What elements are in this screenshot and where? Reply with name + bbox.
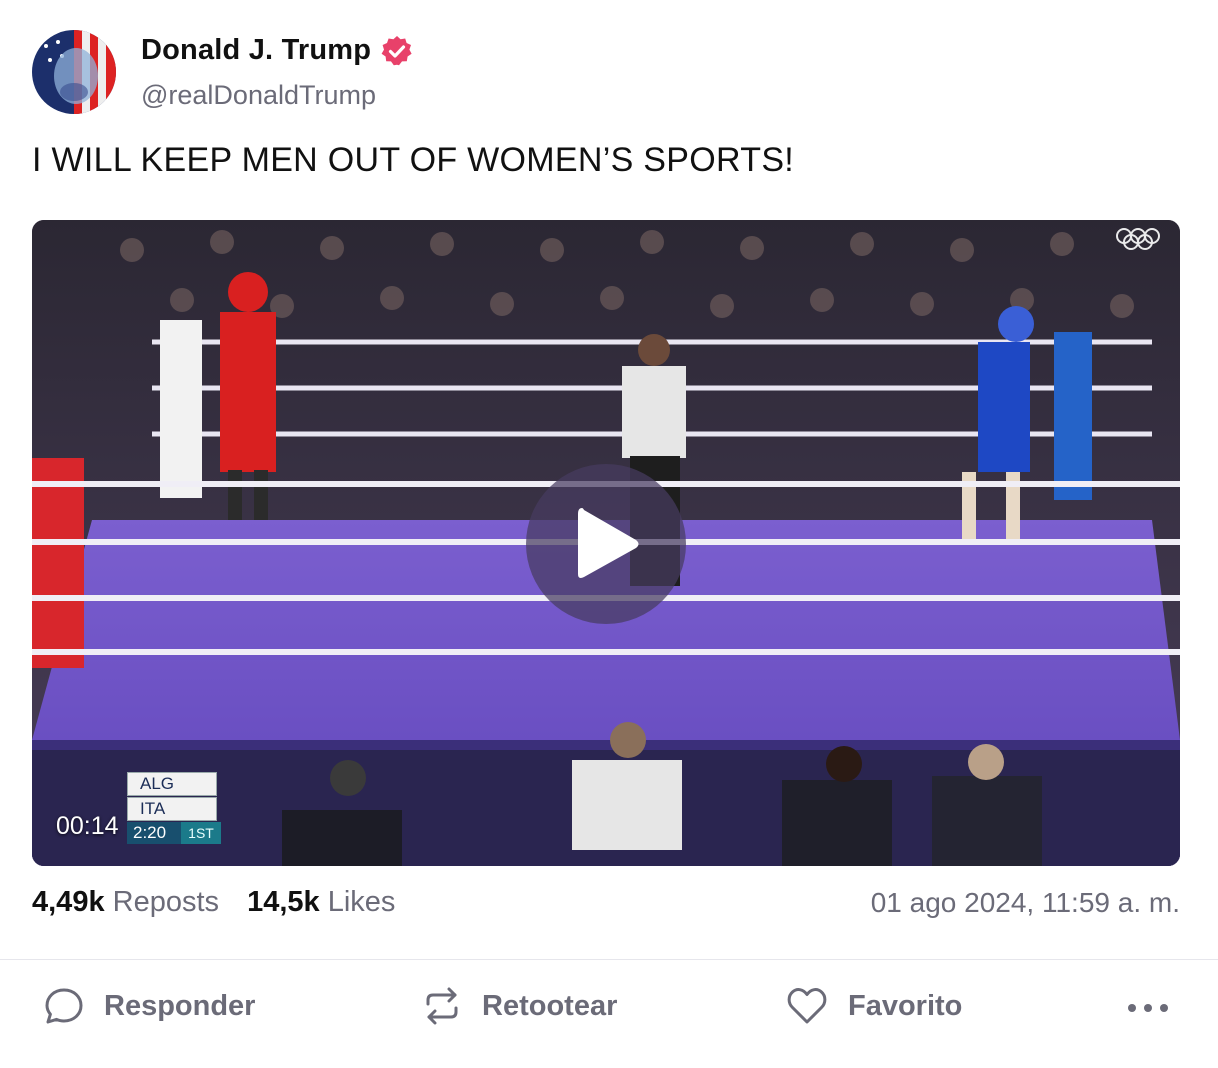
scoreboard-round: 1ST [181, 822, 221, 844]
reply-label: Responder [104, 989, 256, 1022]
post-date: 01 ago 2024, 11:59 a. m. [870, 887, 1180, 918]
reposts-count[interactable]: 4,49k [32, 886, 105, 918]
heart-icon [787, 988, 827, 1024]
more-dots-icon [1128, 1004, 1168, 1012]
post-stats: 4,49k Reposts 14,5k Likes [32, 886, 395, 919]
retruth-label: Retootear [482, 989, 618, 1022]
reply-button[interactable]: Responder [44, 986, 255, 1026]
scoreboard-team-bottom: ITA [140, 799, 166, 818]
video-player[interactable]: ALG ITA 2:20 1ST 00:14 [32, 220, 1180, 866]
retruth-button[interactable]: Retootear [422, 986, 617, 1026]
play-icon [578, 508, 639, 578]
likes-count[interactable]: 14,5k [247, 886, 320, 918]
verified-badge-icon [381, 35, 412, 65]
author-name-row: Donald J. Trump [141, 34, 413, 67]
author-display-name[interactable]: Donald J. Trump [141, 34, 371, 67]
avatar[interactable] [32, 30, 116, 114]
chat-bubble-icon [45, 988, 83, 1024]
post-text: I WILL KEEP MEN OUT OF WOMEN’S SPORTS! [32, 141, 795, 179]
likes-label[interactable]: Likes [328, 886, 396, 918]
play-button[interactable] [526, 464, 686, 624]
favorite-label: Favorito [848, 989, 963, 1022]
post-card: Donald J. Trump @realDonaldTrump I WILL … [0, 0, 1218, 1068]
favorite-button[interactable]: Favorito [786, 986, 962, 1026]
scoreboard-team-top: ALG [140, 774, 175, 793]
divider [0, 959, 1218, 960]
scoreboard-clock: 2:20 [127, 822, 181, 844]
repost-arrows-icon [426, 987, 458, 1025]
reposts-label[interactable]: Reposts [113, 886, 219, 918]
author-handle[interactable]: @realDonaldTrump [141, 80, 376, 111]
more-options-button[interactable] [1126, 996, 1170, 1020]
video-duration: 00:14 [56, 812, 119, 840]
